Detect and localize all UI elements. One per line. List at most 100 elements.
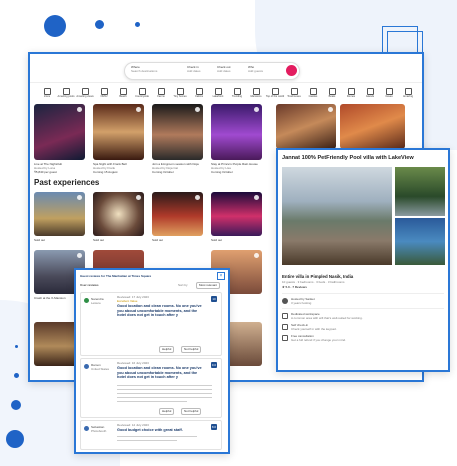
decorative-dot — [44, 15, 66, 37]
search-icon[interactable] — [286, 65, 297, 76]
past-experience-image[interactable] — [152, 192, 203, 236]
category-icon — [252, 88, 260, 95]
past-experience-image[interactable] — [93, 192, 144, 236]
review-text-line — [117, 401, 187, 403]
decorative-dot — [6, 430, 24, 448]
calendar-icon — [282, 335, 288, 341]
experience-card-image[interactable] — [276, 104, 336, 149]
heart-icon[interactable] — [195, 195, 200, 200]
review-date: Reviewed: 12 July 2023 — [117, 423, 149, 427]
past-experience-image[interactable] — [34, 192, 85, 236]
category-icon — [138, 88, 146, 95]
review-headline: Good budget choice with great staff. — [117, 428, 183, 432]
heart-icon[interactable] — [77, 195, 82, 200]
listing-rating: ★ 5.0 · 7 Reviews — [282, 285, 307, 289]
category-icon — [290, 88, 298, 95]
heart-icon[interactable] — [254, 253, 259, 258]
search-segment-who[interactable]: Who Add guests — [248, 65, 278, 73]
listing-main-photo[interactable] — [282, 167, 392, 265]
listing-photo[interactable] — [395, 167, 445, 216]
review-text-line — [117, 385, 212, 387]
category-icon — [404, 88, 412, 95]
experience-card-text: Stay at Prince's Purple Rain House Hosted… — [211, 162, 258, 174]
category-icon — [366, 88, 374, 95]
not-helpful-button[interactable]: Not helpful — [181, 408, 202, 415]
reviews-panel-title: Guest reviews for The Manhattan at Times… — [80, 274, 152, 278]
not-helpful-button[interactable]: Not helpful — [181, 346, 202, 353]
experience-card-image[interactable] — [340, 104, 405, 149]
past-card-label: Sold out — [34, 238, 46, 242]
category-icon — [119, 88, 127, 95]
past-card-label: Sold out — [93, 238, 105, 242]
search-segment-checkin[interactable]: Check in Add dates — [187, 65, 217, 73]
helpful-button[interactable]: Helpful — [159, 408, 175, 415]
listing-photo[interactable] — [395, 218, 445, 265]
review-text-line — [117, 440, 177, 442]
heart-icon[interactable] — [136, 195, 141, 200]
category-icon — [385, 88, 393, 95]
heart-icon[interactable] — [195, 107, 200, 112]
decorative-dot — [135, 22, 140, 27]
listing-divider — [282, 308, 444, 310]
review-card: Sebastian Photobooth Reviewed: 12 July 2… — [80, 420, 222, 450]
heart-icon[interactable] — [254, 195, 259, 200]
heart-icon[interactable] — [254, 107, 259, 112]
reviewer-meta: Leisure — [91, 301, 101, 305]
reviewer-meta: Photobooth — [91, 429, 107, 433]
sort-dropdown[interactable]: Most relevant — [196, 282, 221, 289]
heart-icon[interactable] — [77, 107, 82, 112]
user-reviews-label: User reviews — [80, 283, 99, 287]
decorative-dot — [11, 400, 21, 410]
experience-card-text: Spa Night with Frank Bell Hosted by Frank… — [93, 162, 127, 174]
desk-icon — [282, 313, 288, 319]
category-icon — [157, 88, 165, 95]
review-headline: Good location and clean rooms. No one yo… — [117, 366, 202, 380]
header-divider — [30, 82, 422, 84]
past-card-label: Crash at the X-Mansion — [34, 296, 66, 300]
category-icon — [176, 88, 184, 95]
helpful-button[interactable]: Helpful — [159, 346, 175, 353]
heart-icon[interactable] — [77, 253, 82, 258]
review-badge: Excellent Value — [117, 299, 138, 303]
search-bar[interactable]: Where Search destinations Check in Add dat… — [124, 62, 300, 80]
decorative-dot — [14, 373, 19, 378]
decorative-dot — [95, 20, 104, 29]
category-icon — [309, 88, 317, 95]
review-text-line — [117, 436, 197, 438]
category-icon — [214, 88, 222, 95]
review-score: 10 — [211, 296, 217, 302]
review-score: 8.0 — [211, 424, 217, 430]
category-icon — [62, 88, 70, 95]
review-text-line — [117, 389, 212, 391]
search-segment-checkout[interactable]: Check out Add dates — [217, 65, 247, 73]
listing-divider — [282, 293, 444, 295]
experience-card-image[interactable] — [93, 104, 144, 160]
reviewer-meta: United States — [91, 367, 110, 371]
category-icon — [43, 88, 51, 95]
category-tab[interactable]: Amazing — [397, 88, 419, 99]
review-score: 9.0 — [211, 362, 217, 368]
review-date: Reviewed: 16 July 2023 — [117, 361, 149, 365]
heart-icon[interactable] — [328, 107, 333, 112]
experience-card-image[interactable] — [34, 104, 85, 160]
review-text-line — [117, 393, 212, 395]
listing-title: Jannat 100% PetFriendly Pool villa with … — [282, 155, 414, 161]
close-icon[interactable]: × — [217, 272, 225, 280]
category-icon — [328, 88, 336, 95]
past-card-label: Sold out — [211, 238, 223, 242]
past-card-label: Sold out — [152, 238, 164, 242]
search-segment-where[interactable]: Where Search destinations — [131, 65, 171, 73]
experience-card-text: Live at The Nightclub Hosted by Luna ₹5,84… — [34, 162, 63, 174]
category-label: Amazing — [402, 95, 414, 98]
avatar — [84, 426, 89, 431]
experience-card-image[interactable] — [211, 104, 262, 160]
past-experiences-title: Past experiences — [34, 178, 100, 187]
avatar — [84, 364, 89, 369]
category-icon — [81, 88, 89, 95]
door-icon — [282, 324, 288, 330]
past-experience-image[interactable] — [211, 192, 262, 236]
category-icon — [347, 88, 355, 95]
experience-card-image[interactable] — [152, 104, 203, 160]
heart-icon[interactable] — [136, 107, 141, 112]
listing-subtitle: Entire villa in Pimpled Nasik, India — [282, 274, 354, 279]
